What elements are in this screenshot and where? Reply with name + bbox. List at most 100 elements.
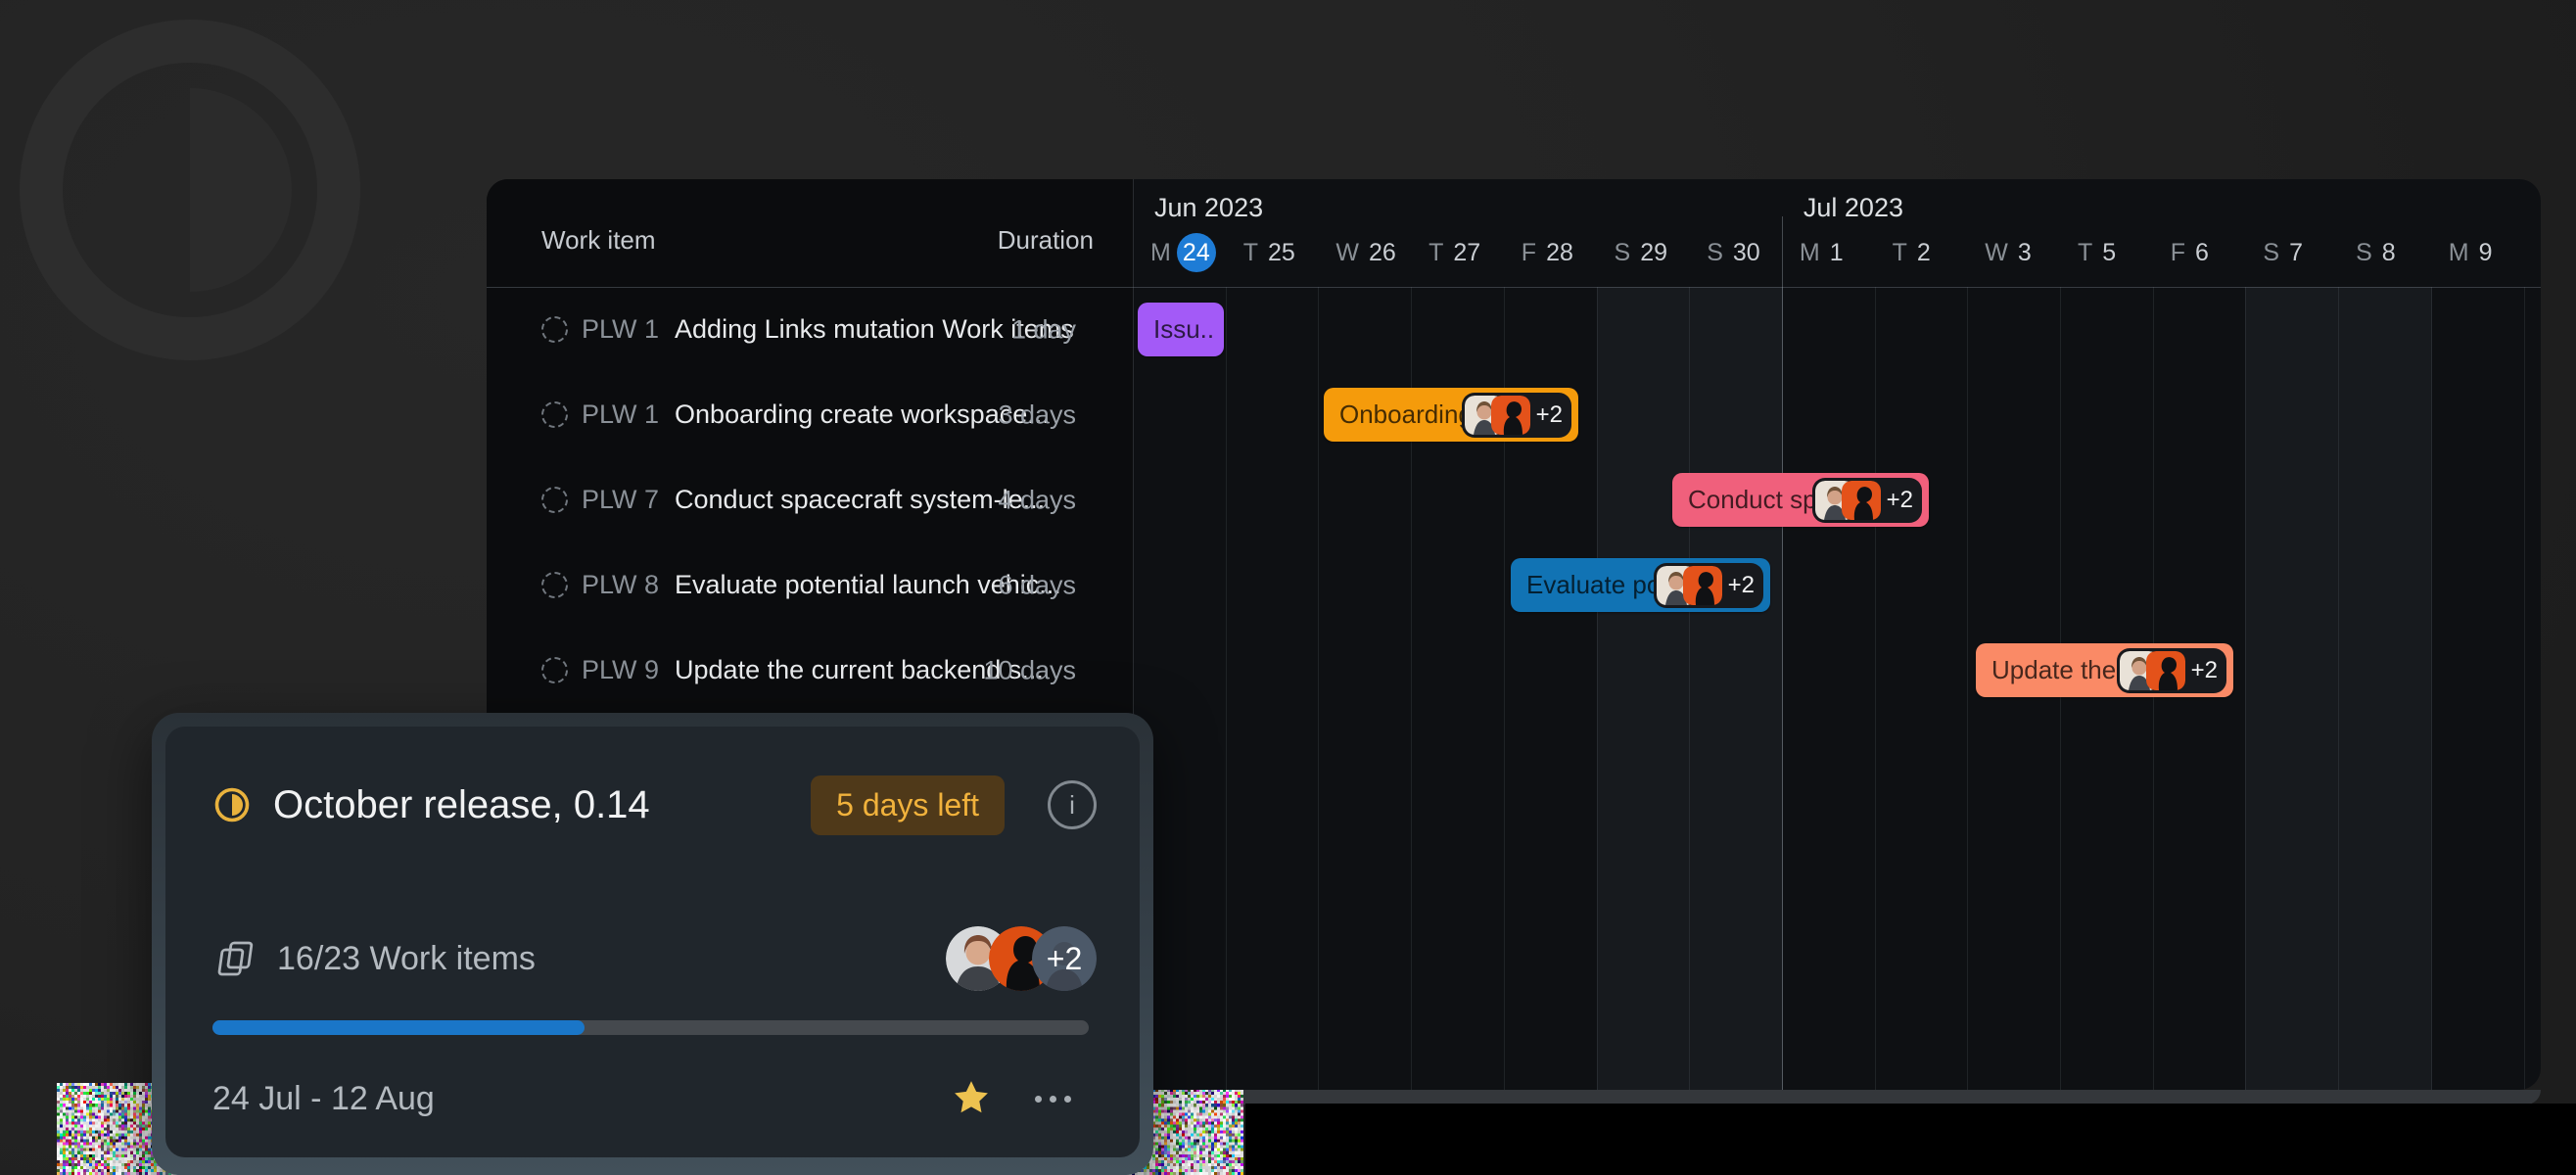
day-header-cell: T bbox=[2524, 232, 2542, 273]
day-of-week-label: T bbox=[1893, 239, 1907, 267]
status-backlog-icon bbox=[541, 316, 568, 343]
work-item-duration: 4 days bbox=[998, 485, 1076, 515]
date-label: 6 bbox=[2195, 239, 2209, 267]
work-item-row[interactable]: PLW 8Evaluate potential launch vehic...6… bbox=[487, 542, 1133, 628]
month-label: Jul 2023 bbox=[1803, 193, 1903, 223]
date-label: 29 bbox=[1640, 239, 1667, 267]
app-canvas: Work item Duration PLW 1Adding Links mut… bbox=[0, 0, 2576, 1175]
more-options-icon[interactable] bbox=[1035, 1096, 1071, 1103]
day-header-cell: T2 bbox=[1875, 232, 1968, 273]
date-label: 5 bbox=[2102, 239, 2116, 267]
date-label: 8 bbox=[2382, 239, 2396, 267]
status-backlog-icon bbox=[541, 401, 568, 428]
work-item-duration: 10 days bbox=[983, 655, 1076, 685]
watermark-contrast-icon bbox=[4, 4, 376, 376]
day-of-week-label: T bbox=[2078, 239, 2092, 267]
day-of-week-label: W bbox=[1985, 239, 2008, 267]
assignee-overflow-count: +2 bbox=[1536, 401, 1563, 429]
gantt-bar[interactable]: Issu.. bbox=[1138, 303, 1224, 356]
day-of-week-label: S bbox=[2263, 239, 2279, 267]
days-left-badge: 5 days left bbox=[811, 776, 1005, 835]
date-label: 27 bbox=[1453, 239, 1480, 267]
day-of-week-label: T bbox=[1243, 239, 1258, 267]
work-items-stack-icon bbox=[212, 937, 256, 980]
day-of-week-label: F bbox=[1522, 239, 1536, 267]
card-actions bbox=[951, 1078, 1071, 1119]
day-of-week-label: W bbox=[1335, 239, 1359, 267]
work-item-duration: 1 day bbox=[1011, 314, 1076, 345]
day-header-cell: T 25 bbox=[1226, 232, 1319, 273]
grid-column bbox=[1782, 287, 1876, 1090]
date-label: 7 bbox=[2289, 239, 2303, 267]
grid-column bbox=[2245, 287, 2339, 1090]
work-item-id: PLW 9 bbox=[582, 655, 659, 685]
day-header-cell: F6 bbox=[2153, 232, 2246, 273]
duration-column-header: Duration bbox=[998, 225, 1094, 256]
day-header-cell: T27 bbox=[1411, 232, 1504, 273]
gantt-bar-label: Issu.. bbox=[1153, 314, 1214, 345]
date-label: 26 bbox=[1369, 239, 1396, 267]
info-icon[interactable]: i bbox=[1048, 780, 1097, 829]
work-item-row[interactable]: PLW 9Update the current backend s...10 d… bbox=[487, 628, 1133, 713]
assignee-avatars: +2 bbox=[1654, 563, 1763, 608]
gantt-bar[interactable]: Update the cu...+2 bbox=[1976, 643, 2233, 697]
work-item-id: PLW 1 bbox=[582, 400, 659, 430]
day-header-cell: M24 bbox=[1133, 232, 1226, 273]
day-of-week-label: F bbox=[2171, 239, 2185, 267]
grid-column bbox=[2338, 287, 2432, 1090]
work-item-id: PLW 7 bbox=[582, 485, 659, 515]
today-date-badge: 24 bbox=[1177, 233, 1216, 272]
work-item-row[interactable]: PLW 1Onboarding create workspace...3 day… bbox=[487, 372, 1133, 457]
day-of-week-label: S bbox=[1707, 239, 1723, 267]
assignee-overflow-count: +2 bbox=[2191, 657, 2218, 684]
card-title-row: October release, 0.14 5 days left i bbox=[212, 768, 1097, 842]
date-label: 2 bbox=[1917, 239, 1931, 267]
avatar-overflow: +2 bbox=[1032, 926, 1097, 991]
day-header-cell: S29 bbox=[1597, 232, 1690, 273]
gantt-bar[interactable]: Onboarding c...+2 bbox=[1324, 388, 1578, 442]
date-label: 3 bbox=[2018, 239, 2032, 267]
day-of-week-label: M bbox=[1800, 239, 1820, 267]
assignee-overflow-count: +2 bbox=[1887, 487, 1913, 514]
month-boundary-line bbox=[1782, 216, 1783, 1090]
assignee-avatars: +2 bbox=[1462, 393, 1571, 438]
status-backlog-icon bbox=[541, 572, 568, 598]
assignee-overflow-count: +2 bbox=[1728, 572, 1755, 599]
header-divider bbox=[487, 287, 2541, 288]
gantt-bar[interactable]: Evaluate pote...+2 bbox=[1511, 558, 1770, 612]
card-footer-row: 24 Jul - 12 Aug bbox=[212, 1067, 1071, 1130]
day-header-cell: W 26 bbox=[1318, 232, 1411, 273]
day-header-cell: W3 bbox=[1967, 232, 2060, 273]
avatar-overflow-count: +2 bbox=[1032, 926, 1097, 991]
day-header-cell: S7 bbox=[2245, 232, 2338, 273]
bottom-black-band bbox=[1245, 1104, 2576, 1175]
date-label: 1 bbox=[1830, 239, 1844, 267]
assignee-avatars: +2 bbox=[2117, 648, 2226, 693]
release-card-body: October release, 0.14 5 days left i 16/2… bbox=[165, 727, 1140, 1157]
day-header-cell: T5 bbox=[2060, 232, 2153, 273]
avatar-stack: +2 bbox=[946, 926, 1097, 991]
date-range: 24 Jul - 12 Aug bbox=[212, 1080, 435, 1118]
work-item-row[interactable]: PLW 7Conduct spacecraft system-le...4 da… bbox=[487, 457, 1133, 542]
release-progress-bar bbox=[212, 1020, 1089, 1035]
work-item-duration: 6 days bbox=[998, 570, 1076, 600]
favorite-star-icon[interactable] bbox=[951, 1078, 992, 1119]
month-label: Jun 2023 bbox=[1154, 193, 1263, 223]
gantt-bar[interactable]: Conduct spac...+2 bbox=[1672, 473, 1929, 527]
list-header: Work item Duration bbox=[487, 179, 1133, 287]
work-items-count: 16/23 Work items bbox=[277, 940, 536, 978]
day-header-cell: S30 bbox=[1689, 232, 1782, 273]
work-item-id: PLW 1 bbox=[582, 314, 659, 345]
grid-column bbox=[1597, 287, 1691, 1090]
day-of-week-label: S bbox=[2356, 239, 2372, 267]
work-item-row[interactable]: PLW 1Adding Links mutation Work items1 d… bbox=[487, 287, 1133, 372]
grid-column bbox=[1689, 287, 1783, 1090]
day-of-week-label: M bbox=[2449, 239, 2469, 267]
release-progress-fill bbox=[212, 1020, 585, 1035]
date-label: 28 bbox=[1546, 239, 1573, 267]
grid-column bbox=[2431, 287, 2525, 1090]
assignee-avatars: +2 bbox=[1812, 478, 1922, 523]
status-backlog-icon bbox=[541, 657, 568, 683]
date-label: 25 bbox=[1268, 239, 1295, 267]
grid-column bbox=[1875, 287, 1969, 1090]
